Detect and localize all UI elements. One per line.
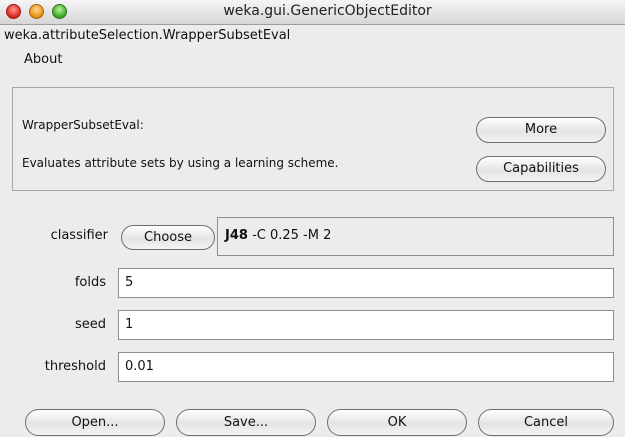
object-class-name: weka.attributeSelection.WrapperSubsetEva… xyxy=(4,28,291,43)
ok-button[interactable]: OK xyxy=(327,409,467,436)
choose-classifier-button[interactable]: Choose xyxy=(121,225,215,250)
folds-input[interactable]: 5 xyxy=(118,268,614,298)
seed-label: seed xyxy=(74,317,106,332)
seed-input[interactable]: 1 xyxy=(118,310,614,340)
generic-object-editor-window: weka.gui.GenericObjectEditor weka.attrib… xyxy=(0,0,625,437)
classifier-label: classifier xyxy=(50,228,108,243)
classifier-options: -C 0.25 -M 2 xyxy=(247,228,332,243)
folds-label: folds xyxy=(74,275,106,290)
threshold-input[interactable]: 0.01 xyxy=(118,352,614,382)
window-title: weka.gui.GenericObjectEditor xyxy=(223,3,432,19)
classifier-field[interactable]: J48 -C 0.25 -M 2 xyxy=(217,217,614,256)
title-bar[interactable]: weka.gui.GenericObjectEditor xyxy=(0,0,625,25)
about-panel-legend: About xyxy=(22,52,65,67)
cancel-button[interactable]: Cancel xyxy=(478,409,614,436)
save-button[interactable]: Save... xyxy=(176,409,316,436)
more-button[interactable]: More xyxy=(476,117,606,143)
about-object-name: WrapperSubsetEval: xyxy=(22,118,144,132)
about-description: Evaluates attribute sets by using a lear… xyxy=(22,156,339,170)
threshold-label: threshold xyxy=(44,359,106,374)
capabilities-button[interactable]: Capabilities xyxy=(476,156,606,182)
classifier-name: J48 xyxy=(225,228,248,243)
open-button[interactable]: Open... xyxy=(25,409,165,436)
